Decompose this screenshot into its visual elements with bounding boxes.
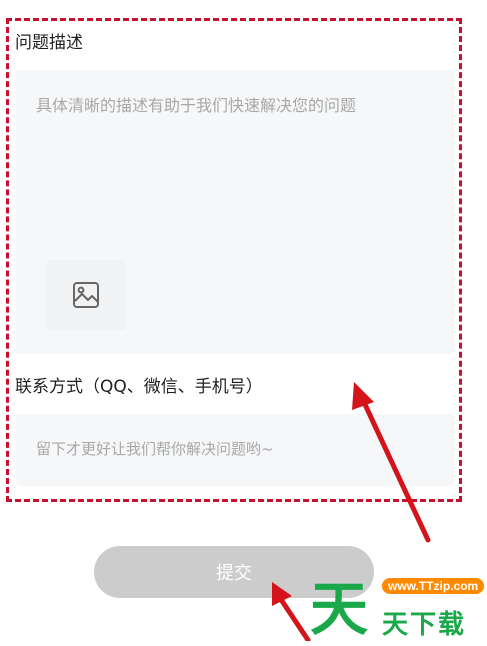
description-label: 问题描述: [15, 33, 83, 53]
contact-placeholder: 留下才更好让我们帮你解决问题哟~: [36, 440, 274, 458]
contact-input[interactable]: 留下才更好让我们帮你解决问题哟~: [16, 414, 454, 486]
site-watermark: 天 www.TTzip.com 天下载: [300, 560, 487, 643]
image-icon: [73, 282, 99, 308]
watermark-url: www.TTzip.com: [382, 578, 485, 594]
watermark-logo-char: 天: [310, 575, 369, 643]
image-upload-button[interactable]: [46, 260, 126, 330]
watermark-text: 天下载: [382, 610, 467, 640]
contact-label: 联系方式（QQ、微信、手机号）: [15, 377, 263, 397]
description-textarea[interactable]: 具体清晰的描述有助于我们快速解决您的问题: [16, 70, 454, 354]
description-placeholder: 具体清晰的描述有助于我们快速解决您的问题: [36, 96, 357, 115]
